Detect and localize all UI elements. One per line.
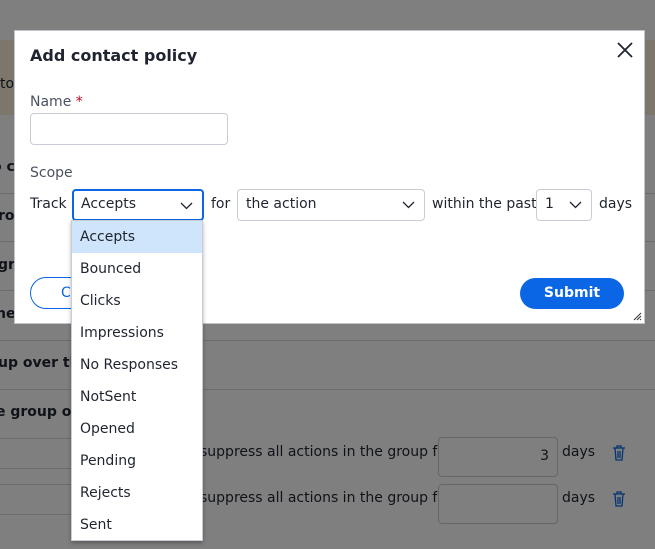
for-select[interactable]: the action bbox=[237, 189, 425, 221]
resize-grip-icon[interactable] bbox=[633, 312, 642, 321]
for-label: for bbox=[211, 196, 231, 212]
for-select-value: the action bbox=[246, 196, 317, 212]
submit-button[interactable]: Submit bbox=[520, 278, 624, 309]
track-select-value: Accepts bbox=[81, 196, 137, 212]
track-label: Track bbox=[30, 196, 67, 212]
scope-label: Scope bbox=[30, 165, 73, 181]
chevron-down-icon bbox=[180, 202, 193, 210]
option-notsent[interactable]: NotSent bbox=[72, 381, 202, 413]
option-clicks[interactable]: Clicks bbox=[72, 285, 202, 317]
close-icon[interactable] bbox=[615, 40, 635, 60]
days-select[interactable]: 1 bbox=[536, 189, 592, 221]
chevron-down-icon bbox=[569, 201, 582, 209]
name-label-text: Name bbox=[30, 94, 72, 110]
option-bounced[interactable]: Bounced bbox=[72, 253, 202, 285]
chevron-down-icon bbox=[402, 201, 415, 209]
within-label: within the past bbox=[432, 196, 537, 212]
name-input[interactable] bbox=[30, 113, 228, 145]
days-label: days bbox=[599, 196, 633, 212]
required-mark: * bbox=[75, 94, 83, 110]
days-select-value: 1 bbox=[545, 196, 554, 212]
track-dropdown-list: Accepts Bounced Clicks Impressions No Re… bbox=[71, 220, 203, 541]
option-pending[interactable]: Pending bbox=[72, 445, 202, 477]
dialog-title: Add contact policy bbox=[30, 46, 198, 65]
option-opened[interactable]: Opened bbox=[72, 413, 202, 445]
option-rejects[interactable]: Rejects bbox=[72, 477, 202, 509]
option-accepts[interactable]: Accepts bbox=[72, 221, 202, 253]
track-select[interactable]: Accepts bbox=[72, 189, 204, 221]
option-sent[interactable]: Sent bbox=[72, 509, 202, 541]
option-impressions[interactable]: Impressions bbox=[72, 317, 202, 349]
name-label: Name * bbox=[30, 94, 83, 110]
option-no-responses[interactable]: No Responses bbox=[72, 349, 202, 381]
